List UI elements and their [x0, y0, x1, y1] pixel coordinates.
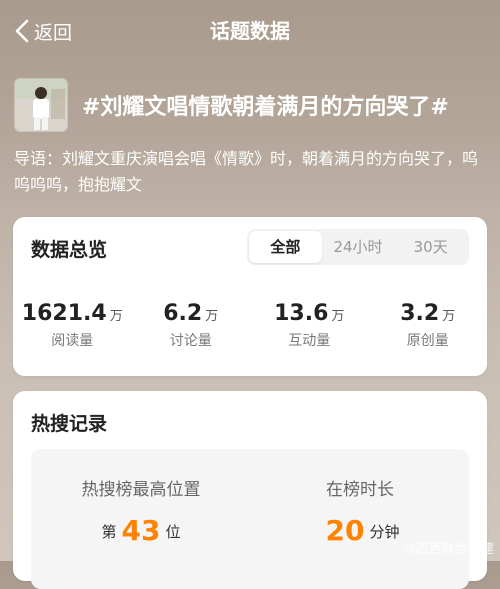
stat-unit: 万 — [331, 309, 345, 324]
stat-unit: 万 — [109, 309, 123, 324]
watermark: @西西联合子建 — [402, 542, 494, 557]
peak-position-label: 热搜榜最高位置 — [81, 480, 201, 500]
duration-unit: 分钟 — [369, 523, 400, 541]
peak-position: 热搜榜最高位置 第 43 位 — [31, 475, 251, 547]
stat-value: 13.6 — [274, 301, 329, 326]
peak-prefix: 第 — [101, 523, 117, 541]
stat-value: 1621.4 — [21, 301, 107, 326]
overview-title: 数据总览 — [31, 239, 108, 261]
stat-reads: 1621.4 万 阅读量 — [13, 301, 132, 350]
topic-title: #刘耀文唱情歌朝着满月的方向哭了# — [82, 95, 449, 120]
stat-label: 讨论量 — [169, 333, 212, 349]
tab-30d[interactable]: 30天 — [394, 231, 467, 263]
stat-label: 互动量 — [288, 333, 331, 349]
hot-search-panel: 热搜榜最高位置 第 43 位 在榜时长 20 分钟 — [31, 449, 469, 589]
on-list-duration: 在榜时长 20 分钟 — [251, 475, 469, 547]
topic-thumbnail — [14, 78, 68, 132]
duration-value: 20 — [325, 514, 365, 547]
stat-originals: 3.2 万 原创量 — [369, 301, 488, 350]
stat-value: 3.2 — [400, 301, 440, 326]
stat-unit: 万 — [442, 309, 456, 324]
hot-search-title: 热搜记录 — [31, 413, 108, 435]
stat-discussions: 6.2 万 讨论量 — [132, 301, 251, 350]
tab-24h[interactable]: 24小时 — [322, 231, 395, 263]
stat-label: 阅读量 — [51, 333, 94, 349]
tab-all[interactable]: 全部 — [249, 231, 322, 263]
stat-unit: 万 — [205, 309, 219, 324]
stat-interactions: 13.6 万 互动量 — [250, 301, 369, 350]
topic-lead: 导语：刘耀文重庆演唱会唱《情歌》时，朝着满月的方向哭了，呜呜呜呜，抱抱耀文 — [14, 149, 479, 194]
page-title: 话题数据 — [210, 19, 290, 43]
topic-header: #刘耀文唱情歌朝着满月的方向哭了# — [14, 77, 486, 133]
duration-label: 在榜时长 — [326, 480, 394, 500]
stat-label: 原创量 — [406, 333, 449, 349]
peak-value: 43 — [121, 514, 161, 547]
stats-row: 1621.4 万 阅读量 6.2 万 讨论量 13.6 万 互动量 3.2 万 原创量 — [13, 301, 487, 350]
overview-card: 数据总览 全部 24小时 30天 1621.4 万 阅读量 6.2 万 讨论量 13… — [13, 217, 487, 376]
header-bar: 返回 话题数据 — [0, 0, 500, 62]
peak-suffix: 位 — [165, 523, 181, 541]
stat-value: 6.2 — [163, 301, 203, 326]
time-range-tabs: 全部 24小时 30天 — [247, 229, 469, 265]
